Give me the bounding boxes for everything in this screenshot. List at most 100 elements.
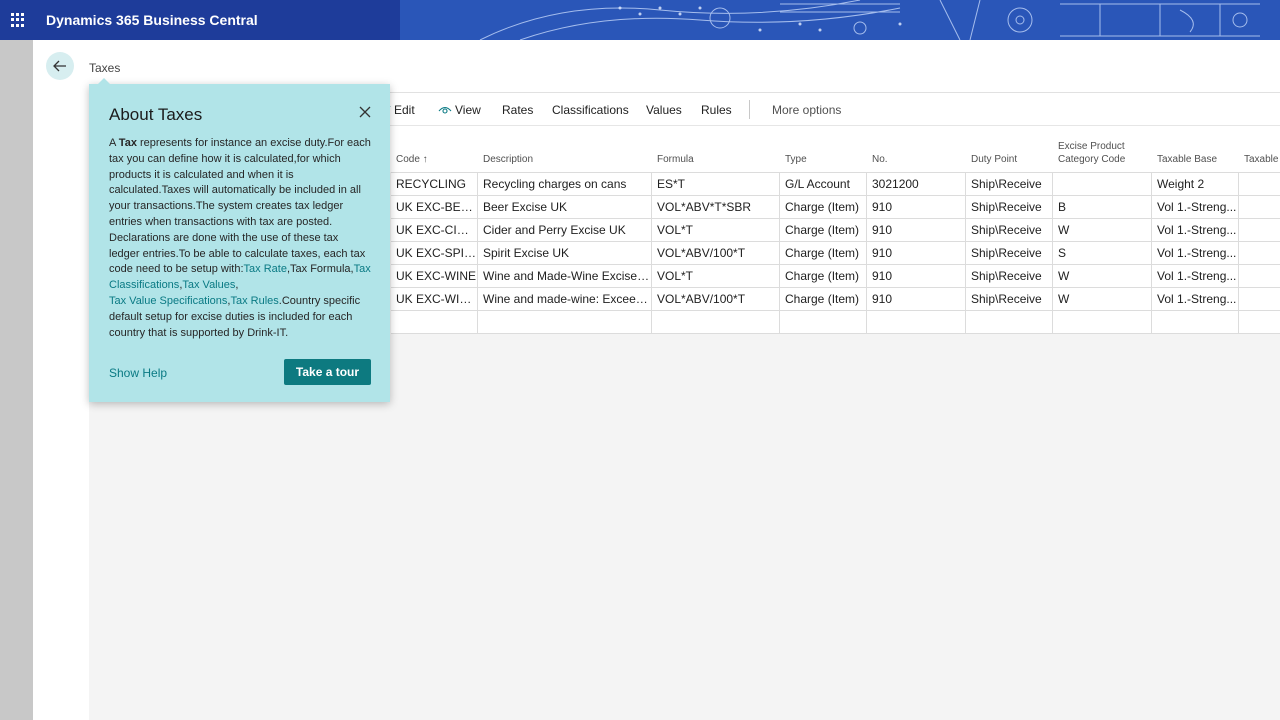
cell-code[interactable]: UK EXC-WINE...: [391, 288, 478, 311]
cell-duty-point[interactable]: Ship\Receive: [966, 242, 1053, 265]
cell-excise-category[interactable]: [1053, 311, 1152, 334]
cell-no[interactable]: 910: [867, 219, 966, 242]
about-taxes-teaching-tip: About Taxes A Tax represents for instanc…: [89, 78, 390, 402]
cell-no[interactable]: 910: [867, 288, 966, 311]
col-header-code[interactable]: Code ↑: [396, 153, 428, 166]
show-help-link[interactable]: Show Help: [109, 366, 167, 380]
back-button[interactable]: [46, 52, 74, 80]
table-row[interactable]: UK EXC-BEER Beer Excise UK VOL*ABV*T*SBR…: [391, 196, 1280, 219]
cell-duty-point[interactable]: Ship\Receive: [966, 173, 1053, 196]
view-action[interactable]: View: [438, 103, 481, 119]
cell-excise-category[interactable]: [1053, 173, 1152, 196]
rates-action[interactable]: Rates: [502, 103, 533, 117]
grid-rows: RECYCLING Recycling charges on cans ES*T…: [391, 172, 1280, 334]
table-row[interactable]: UK EXC-WINE... Wine and made-wine: Excee…: [391, 288, 1280, 311]
cell-description[interactable]: Cider and Perry Excise UK: [478, 219, 652, 242]
cell-type[interactable]: G/L Account: [780, 173, 867, 196]
table-row[interactable]: UK EXC-SPIRI... Spirit Excise UK VOL*ABV…: [391, 242, 1280, 265]
classifications-action[interactable]: Classifications: [552, 103, 629, 117]
cell-no[interactable]: 910: [867, 242, 966, 265]
cell-description[interactable]: Recycling charges on cans: [478, 173, 652, 196]
cell-no[interactable]: 3021200: [867, 173, 966, 196]
cell-excise-category[interactable]: S: [1053, 242, 1152, 265]
cell-code[interactable]: [391, 311, 478, 334]
tip-text: ,Tax Formula,: [286, 263, 354, 276]
tax-rules-link[interactable]: Tax Rules: [230, 295, 278, 307]
cell-code[interactable]: UK EXC-CIDE...: [391, 219, 478, 242]
tip-text-bold: Tax: [118, 137, 137, 149]
cell-formula[interactable]: VOL*T: [652, 219, 780, 242]
cell-description[interactable]: [478, 311, 652, 334]
rules-action[interactable]: Rules: [701, 103, 732, 117]
cell-excise-category[interactable]: W: [1053, 288, 1152, 311]
tax-values-link[interactable]: Tax Values: [182, 279, 235, 291]
cell-formula[interactable]: VOL*ABV/100*T: [652, 288, 780, 311]
cell-code[interactable]: UK EXC-BEER: [391, 196, 478, 219]
cell-duty-point[interactable]: Ship\Receive: [966, 196, 1053, 219]
more-options-action[interactable]: More options: [772, 103, 841, 117]
cell-no[interactable]: 910: [867, 265, 966, 288]
cell-description[interactable]: Wine and Made-Wine Excise UK: [478, 265, 652, 288]
close-button[interactable]: [357, 104, 373, 120]
cell-excise-category[interactable]: W: [1053, 219, 1152, 242]
cell-formula[interactable]: VOL*ABV*T*SBR: [652, 196, 780, 219]
cell-taxable[interactable]: [1239, 219, 1280, 242]
col-header-taxable-base[interactable]: Taxable Base: [1157, 153, 1217, 166]
cell-taxable[interactable]: [1239, 196, 1280, 219]
table-row[interactable]: UK EXC-WINE Wine and Made-Wine Excise UK…: [391, 265, 1280, 288]
cell-taxable[interactable]: [1239, 288, 1280, 311]
cell-taxable-base[interactable]: Vol 1.-Streng...: [1152, 219, 1239, 242]
tax-rate-link[interactable]: Tax Rate: [244, 263, 287, 275]
cell-taxable[interactable]: [1239, 265, 1280, 288]
col-header-excise-category[interactable]: Excise Product Category Code: [1058, 140, 1125, 166]
col-header-type[interactable]: Type: [785, 153, 807, 166]
cell-no[interactable]: 910: [867, 196, 966, 219]
cell-type[interactable]: Charge (Item): [780, 219, 867, 242]
table-row[interactable]: UK EXC-CIDE... Cider and Perry Excise UK…: [391, 219, 1280, 242]
cell-taxable[interactable]: [1239, 311, 1280, 334]
cell-taxable-base[interactable]: [1152, 311, 1239, 334]
cell-duty-point[interactable]: [966, 311, 1053, 334]
cell-description[interactable]: Wine and made-wine: Exceedi...: [478, 288, 652, 311]
table-row[interactable]: RECYCLING Recycling charges on cans ES*T…: [391, 173, 1280, 196]
cell-formula[interactable]: VOL*ABV/100*T: [652, 242, 780, 265]
cell-type[interactable]: Charge (Item): [780, 196, 867, 219]
table-row-empty[interactable]: [391, 311, 1280, 334]
cell-taxable[interactable]: [1239, 173, 1280, 196]
cell-taxable[interactable]: [1239, 242, 1280, 265]
col-header-description[interactable]: Description: [483, 153, 533, 166]
cell-type[interactable]: [780, 311, 867, 334]
cell-taxable-base[interactable]: Vol 1.-Streng...: [1152, 196, 1239, 219]
cell-duty-point[interactable]: Ship\Receive: [966, 219, 1053, 242]
cell-excise-category[interactable]: B: [1053, 196, 1152, 219]
values-action[interactable]: Values: [646, 103, 682, 117]
cell-code[interactable]: UK EXC-WINE: [391, 265, 478, 288]
col-header-duty-point[interactable]: Duty Point: [971, 153, 1017, 166]
cell-type[interactable]: Charge (Item): [780, 288, 867, 311]
cell-taxable-base[interactable]: Weight 2: [1152, 173, 1239, 196]
col-header-formula[interactable]: Formula: [657, 153, 694, 166]
cell-type[interactable]: Charge (Item): [780, 242, 867, 265]
tax-value-specifications-link[interactable]: Tax Value Specifications: [109, 295, 227, 307]
col-header-taxable[interactable]: Taxable: [1244, 153, 1278, 166]
take-a-tour-button[interactable]: Take a tour: [284, 359, 371, 385]
cell-description[interactable]: Beer Excise UK: [478, 196, 652, 219]
cell-taxable-base[interactable]: Vol 1.-Streng...: [1152, 265, 1239, 288]
cell-code[interactable]: RECYCLING: [391, 173, 478, 196]
breadcrumb[interactable]: Taxes: [89, 61, 120, 75]
cell-excise-category[interactable]: W: [1053, 265, 1152, 288]
cell-formula[interactable]: VOL*T: [652, 265, 780, 288]
cell-duty-point[interactable]: Ship\Receive: [966, 288, 1053, 311]
tip-text: represents for instance an excise duty.F…: [109, 137, 371, 276]
cell-taxable-base[interactable]: Vol 1.-Streng...: [1152, 242, 1239, 265]
cell-type[interactable]: Charge (Item): [780, 265, 867, 288]
cell-code[interactable]: UK EXC-SPIRI...: [391, 242, 478, 265]
cell-taxable-base[interactable]: Vol 1.-Streng...: [1152, 288, 1239, 311]
cell-formula[interactable]: ES*T: [652, 173, 780, 196]
cell-formula[interactable]: [652, 311, 780, 334]
col-header-no[interactable]: No.: [872, 153, 888, 166]
app-launcher-icon[interactable]: [11, 13, 25, 27]
cell-description[interactable]: Spirit Excise UK: [478, 242, 652, 265]
cell-duty-point[interactable]: Ship\Receive: [966, 265, 1053, 288]
cell-no[interactable]: [867, 311, 966, 334]
